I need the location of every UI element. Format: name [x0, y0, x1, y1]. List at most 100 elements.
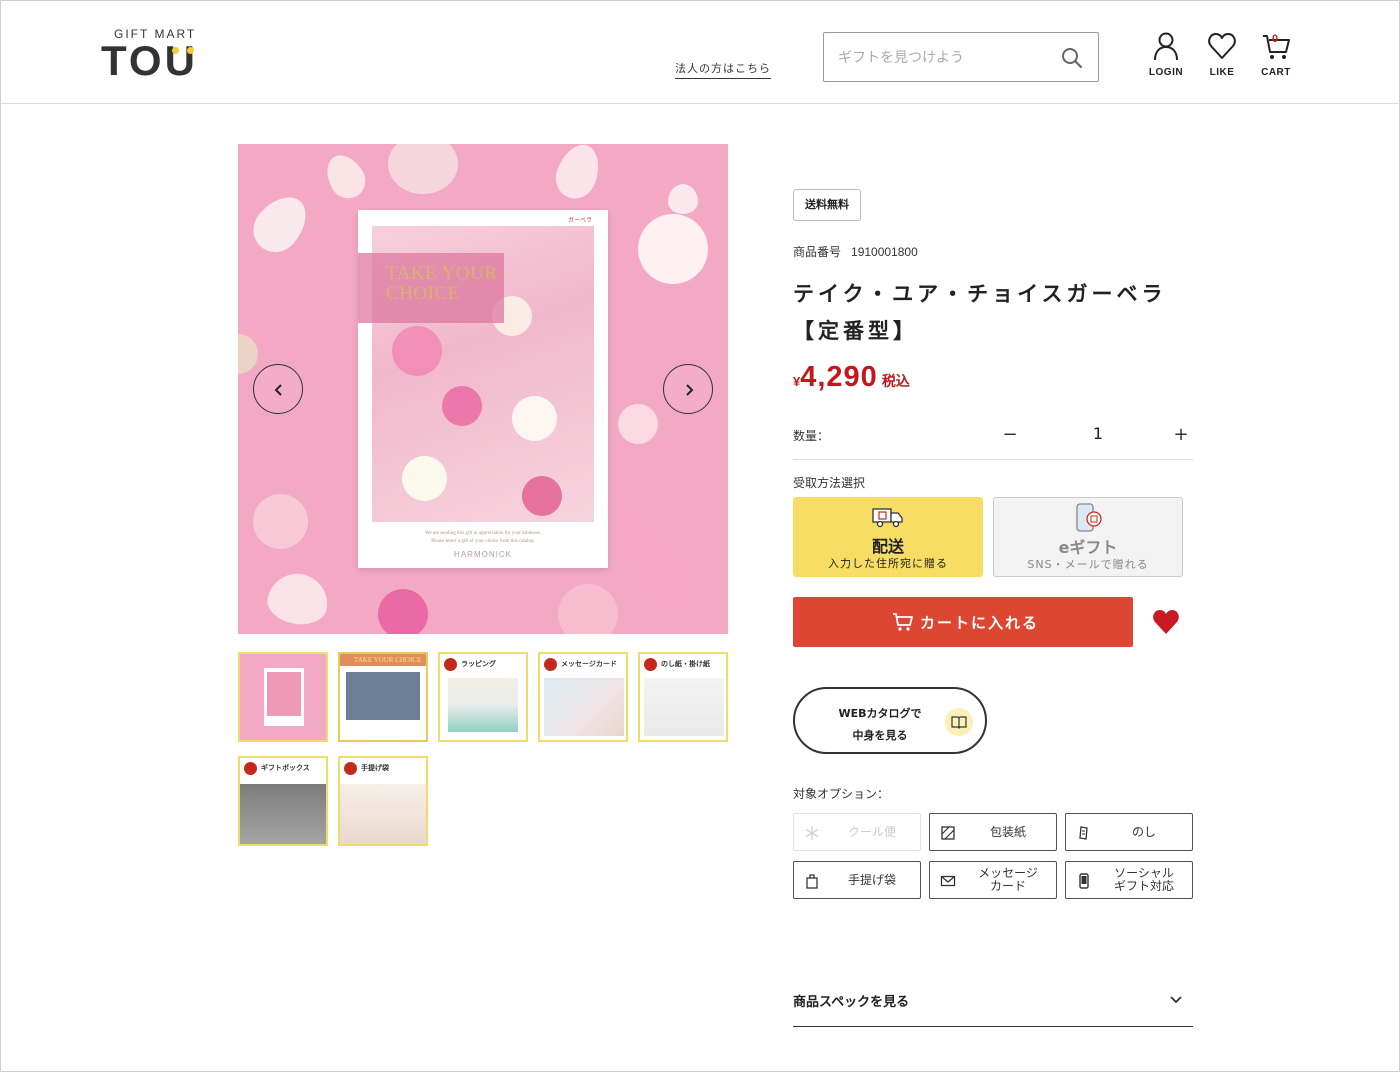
thumbnail-catalog-photo — [267, 672, 301, 716]
heart-icon[interactable] — [1151, 608, 1181, 636]
tulip-decoration — [264, 569, 332, 629]
search-icon[interactable] — [1060, 46, 1084, 70]
option-cool-delivery: クール便 — [793, 813, 921, 851]
options-label: 対象オプション： — [793, 787, 890, 801]
thumbnail-image[interactable]: メッセージカード — [538, 652, 628, 742]
thumbnail-image[interactable]: ギフトボックス — [238, 756, 328, 846]
thumbnail-image[interactable]: TAKE YOUR CHOICE — [338, 652, 428, 742]
option-label: のし — [1131, 824, 1156, 839]
thumbnail-image[interactable] — [238, 652, 328, 742]
snowflake-icon — [805, 826, 819, 840]
thumbnail-title: TAKE YOUR CHOICE — [354, 656, 422, 664]
smartphone-gift-icon — [1076, 503, 1102, 532]
envelope-icon — [940, 875, 956, 887]
product-price: ¥4,290 税込 — [793, 361, 910, 394]
prev-image-button[interactable] — [253, 364, 303, 414]
option-message-card[interactable]: メッセージ カード — [929, 861, 1057, 899]
search-box — [823, 32, 1099, 82]
logo-dot — [172, 47, 179, 54]
flower-decoration — [618, 404, 658, 444]
thumbnail-badge — [244, 762, 257, 775]
thumbnail-title: のし紙・掛け紙 — [661, 660, 710, 668]
price-tax-label: 税込 — [881, 374, 910, 390]
thumbnail-badge — [644, 658, 657, 671]
cart-count-badge: 0 — [1272, 33, 1279, 45]
heart-icon — [1208, 33, 1236, 59]
thumbnail-photo — [644, 678, 724, 736]
chevron-left-icon — [274, 384, 282, 396]
flower-decoration — [388, 144, 458, 194]
shopping-bag-icon — [806, 874, 818, 889]
receive-method-label: 受取方法選択 — [793, 476, 866, 490]
egift-option-button[interactable]: eギフト SNS・メールで贈れる — [993, 497, 1183, 577]
quantity-value[interactable]: 1 — [1088, 424, 1108, 443]
product-main-image: ガーベラ TAKE YOUR CHOICE We are sending thi… — [238, 144, 728, 634]
thumbnail-image[interactable]: 手提げ袋 — [338, 756, 428, 846]
site-header: GIFT MART TOU 法人の方はこちら LOGIN — [1, 1, 1400, 104]
cart-button[interactable]: 0 CART — [1251, 31, 1301, 85]
logo-umlaut-dots — [165, 47, 205, 55]
cart-label: CART — [1261, 67, 1291, 78]
thumbnail-title: ラッピング — [461, 660, 496, 668]
product-number: 商品番号 1910001800 — [793, 243, 918, 260]
like-button[interactable]: LIKE — [1197, 31, 1247, 85]
petal-decoration — [319, 148, 372, 205]
product-spec-label: 商品スペックを見る — [793, 995, 910, 1010]
quantity-stepper: 数量： − 1 + — [793, 419, 1193, 460]
corporate-link[interactable]: 法人の方はこちら — [675, 60, 771, 79]
option-noshi[interactable]: のし — [1065, 813, 1193, 851]
catalog-title: TAKE YOUR CHOICE — [386, 264, 498, 304]
flower-decoration — [512, 396, 557, 441]
flower-decoration — [392, 326, 442, 376]
thumbnail-image[interactable]: のし紙・掛け紙 — [638, 652, 728, 742]
web-catalog-label-line: WEBカタログで — [838, 707, 922, 720]
web-catalog-label: WEBカタログで 中身を見る — [835, 703, 925, 747]
site-logo[interactable]: GIFT MART TOU — [101, 27, 211, 87]
like-label: LIKE — [1209, 67, 1235, 78]
thumbnail-catalog — [264, 668, 304, 726]
catalog-title-line: TAKE YOUR — [386, 263, 498, 284]
ranunculus-decoration — [558, 584, 618, 634]
egift-option-subtitle: SNS・メールで贈れる — [1027, 558, 1149, 571]
cart-icon — [893, 613, 913, 631]
delivery-option-button[interactable]: 配送 入力した住所宛に贈る — [793, 497, 983, 577]
delivery-option-title: 配送 — [871, 537, 904, 556]
login-button[interactable]: LOGIN — [1141, 31, 1191, 85]
option-shopping-bag[interactable]: 手提げ袋 — [793, 861, 921, 899]
quantity-label: 数量： — [793, 429, 830, 443]
logo-dot — [187, 47, 194, 54]
thumbnail-image[interactable]: ラッピング — [438, 652, 528, 742]
web-catalog-button[interactable]: WEBカタログで 中身を見る — [793, 687, 987, 754]
product-title: テイク・ユア・チョイスガーベラ 【定番型】 — [793, 276, 1193, 350]
thumbnail-photo — [240, 784, 326, 844]
book-icon-circle — [945, 708, 973, 736]
option-label: 手提げ袋 — [847, 872, 896, 887]
flower-decoration — [442, 386, 482, 426]
option-wrapping-paper[interactable]: 包装紙 — [929, 813, 1057, 851]
quantity-decrease-button[interactable]: − — [998, 422, 1022, 446]
option-social-gift[interactable]: ソーシャル ギフト対応 — [1065, 861, 1193, 899]
catalog-footer-line: Please select a gift of your choice from… — [431, 539, 535, 544]
thumbnail-badge — [444, 658, 457, 671]
flower-decoration — [378, 589, 428, 634]
web-catalog-label-line: 中身を見る — [852, 729, 908, 742]
add-to-cart-button[interactable]: カートに入れる — [793, 597, 1133, 647]
book-icon — [951, 716, 967, 729]
price-amount: 4,290 — [800, 361, 878, 393]
search-input[interactable] — [838, 47, 1048, 69]
next-image-button[interactable] — [663, 364, 713, 414]
petal-decoration — [668, 184, 698, 214]
leaf-decoration — [238, 334, 258, 374]
thumbnail-title: メッセージカード — [561, 660, 617, 668]
product-spec-toggle[interactable]: 商品スペックを見る — [793, 986, 1193, 1027]
hyacinth-decoration — [604, 497, 707, 621]
noshi-icon — [1079, 826, 1088, 840]
flower-decoration — [522, 476, 562, 516]
catalog-title-line: CHOICE — [386, 283, 460, 304]
quantity-increase-button[interactable]: + — [1169, 422, 1193, 446]
logo-wordmark: TOU — [101, 37, 198, 84]
product-title-line: テイク・ユア・チョイスガーベラ — [793, 282, 1167, 306]
delivery-truck-icon — [872, 508, 903, 528]
tulip-decoration — [243, 186, 318, 262]
thumbnail-badge — [544, 658, 557, 671]
